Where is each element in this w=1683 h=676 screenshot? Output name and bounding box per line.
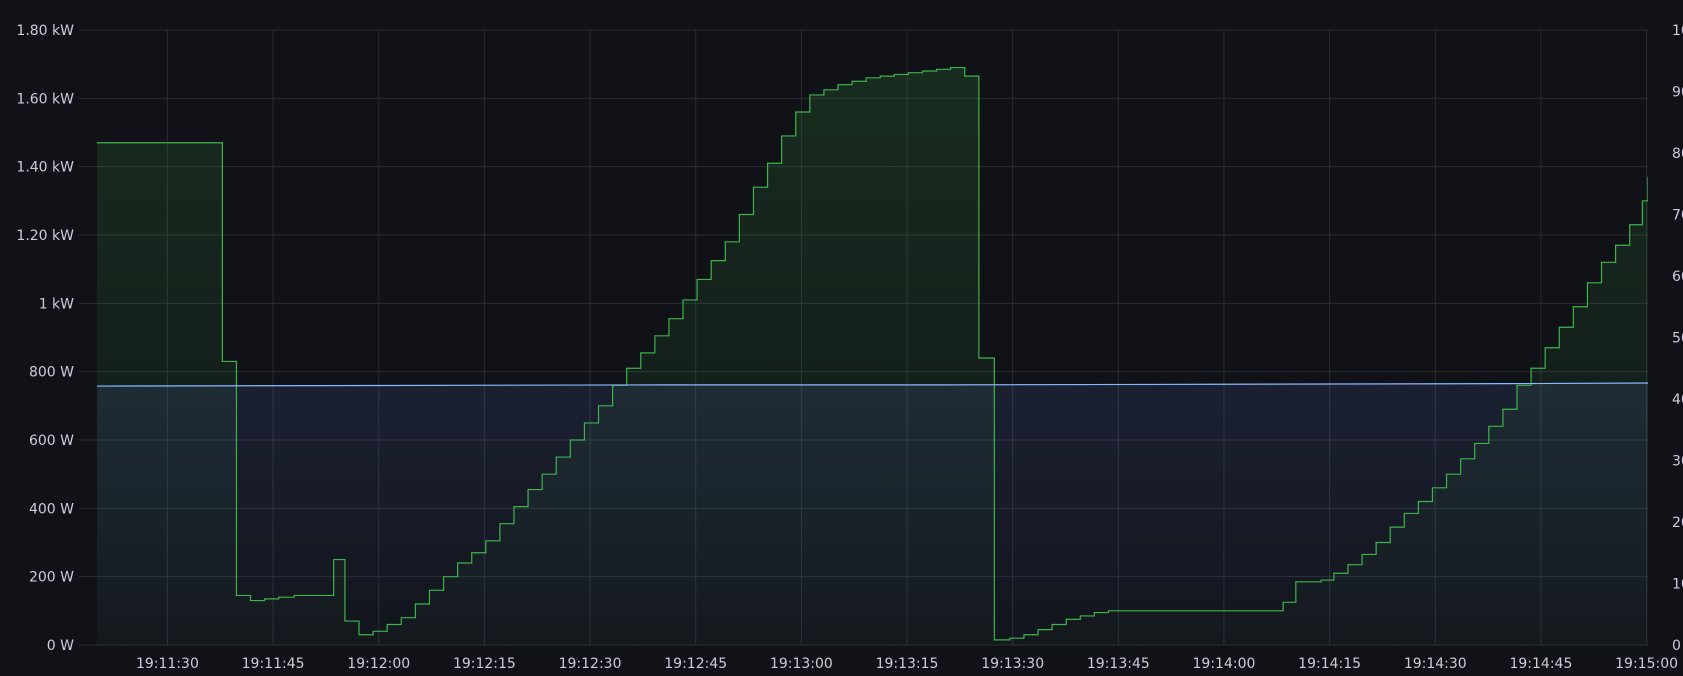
y-left-tick-label: 1.80 kW — [16, 23, 74, 39]
x-tick-label: 19:12:30 — [559, 656, 622, 672]
x-tick-label: 19:13:45 — [1087, 656, 1150, 672]
y-left-tick-label: 1.20 kW — [16, 228, 74, 244]
x-tick-label: 19:14:30 — [1404, 656, 1467, 672]
y-left-tick-label: 800 W — [29, 365, 74, 381]
x-tick-label: 19:11:30 — [136, 656, 199, 672]
y-right-tick-label: 60 — [1672, 269, 1683, 285]
chart: 0 W 200 W 400 W 600 W 800 W 1 kW 1.20 kW 1.40 k… — [16, 23, 1683, 672]
x-tick-label: 19:11:45 — [242, 656, 305, 672]
x-tick-label: 19:13:30 — [981, 656, 1044, 672]
y-right-tick-label: 20 — [1672, 515, 1683, 531]
y-left-tick-label: 1 kW — [39, 296, 74, 312]
y-right-tick-label: 0 — [1672, 638, 1681, 654]
y-right-tick-label: 70 — [1672, 208, 1683, 224]
x-tick-label: 19:15:00 — [1615, 656, 1678, 672]
series-areas — [97, 67, 1648, 645]
x-tick-label: 19:14:15 — [1298, 656, 1361, 672]
y-left-tick-label: 400 W — [29, 501, 74, 517]
y-right-tick-label: 100 — [1672, 23, 1683, 39]
y-right-tick-label: 80 — [1672, 146, 1683, 162]
y-axis-right: 0 10 20 30 40 50 60 70 80 90 100 — [1672, 23, 1683, 654]
x-axis: 19:11:30 19:11:45 19:12:00 19:12:15 19:12:30… — [136, 656, 1678, 672]
x-tick-label: 19:13:00 — [770, 656, 833, 672]
y-right-tick-label: 50 — [1672, 331, 1683, 347]
y-right-tick-label: 10 — [1672, 577, 1683, 593]
x-tick-label: 19:13:15 — [876, 656, 939, 672]
y-left-tick-label: 0 W — [47, 638, 74, 654]
x-tick-label: 19:14:00 — [1193, 656, 1256, 672]
x-tick-label: 19:14:45 — [1509, 656, 1572, 672]
y-axis-left: 0 W 200 W 400 W 600 W 800 W 1 kW 1.20 kW 1.40 k… — [16, 23, 74, 654]
y-left-tick-label: 1.40 kW — [16, 160, 74, 176]
y-right-tick-label: 90 — [1672, 85, 1683, 101]
x-tick-label: 19:12:00 — [347, 656, 410, 672]
y-right-tick-label: 30 — [1672, 454, 1683, 470]
x-tick-label: 19:12:45 — [664, 656, 727, 672]
y-left-tick-label: 1.60 kW — [16, 91, 74, 107]
y-left-tick-label: 600 W — [29, 433, 74, 449]
y-right-tick-label: 40 — [1672, 392, 1683, 408]
x-tick-label: 19:12:15 — [453, 656, 516, 672]
y-left-tick-label: 200 W — [29, 570, 74, 586]
